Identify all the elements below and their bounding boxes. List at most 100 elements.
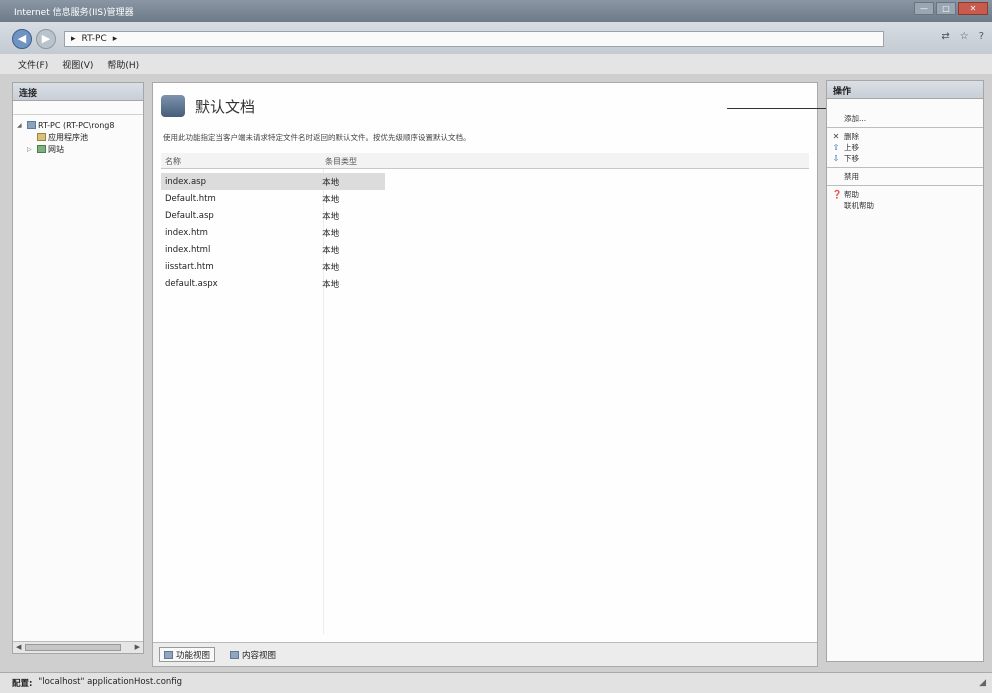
window-controls: — □ ✕	[914, 2, 988, 15]
document-name: index.asp	[165, 176, 206, 187]
tree-node-label: RT-PC (RT-PC\rong8	[38, 120, 115, 130]
column-header-entry-type[interactable]: 条目类型	[325, 156, 405, 166]
status-label: 配置:	[12, 679, 33, 689]
connections-pane: 连接 ◢ RT-PC (RT-PC\rong8 应用程序池 ▷ 网站 ◀ ▶	[12, 82, 144, 654]
menu-bar: 文件(F) 视图(V) 帮助(H)	[0, 54, 992, 74]
action-label: 上移	[844, 143, 859, 152]
action-move-up[interactable]: ⇧ 上移	[827, 142, 983, 153]
document-name: Default.asp	[165, 210, 214, 221]
entry-type: 本地	[322, 177, 340, 188]
forward-button[interactable]: ▶	[36, 29, 56, 49]
sites-icon	[37, 145, 46, 153]
scroll-right-icon[interactable]: ▶	[135, 643, 140, 651]
connections-header: 连接	[13, 83, 143, 101]
action-label: 下移	[844, 154, 859, 163]
list-item[interactable]: iisstart.htm 本地	[161, 258, 385, 275]
entry-type: 本地	[322, 262, 340, 273]
connections-toolbar[interactable]	[13, 101, 143, 115]
scroll-left-icon[interactable]: ◀	[16, 643, 21, 651]
menu-file[interactable]: 文件(F)	[18, 58, 48, 71]
action-delete[interactable]: ✕ 删除	[827, 131, 983, 142]
help-icon: ❓	[832, 190, 842, 199]
scrollbar-thumb[interactable]	[25, 644, 121, 651]
document-name: iisstart.htm	[165, 261, 214, 272]
view-switcher: 功能视图 内容视图	[153, 642, 817, 666]
tab-content-view[interactable]: 内容视图	[225, 647, 281, 662]
breadcrumb-item-rt-pc[interactable]: RT-PC	[82, 34, 107, 44]
document-name: default.aspx	[165, 278, 218, 289]
breadcrumb-separator: ▸	[71, 34, 76, 44]
help-icon[interactable]: ?	[979, 31, 984, 42]
window-title: Internet 信息服务(IIS)管理器	[14, 8, 134, 18]
toolbar-icons: ⇄ ☆ ?	[941, 31, 984, 42]
entry-type: 本地	[322, 245, 340, 256]
actions-header: 操作	[827, 81, 983, 99]
star-icon[interactable]: ☆	[960, 31, 969, 42]
breadcrumb-separator: ▸	[112, 34, 118, 44]
features-view-icon	[164, 650, 173, 659]
separator	[827, 127, 983, 128]
entry-type: 本地	[322, 279, 340, 290]
move-up-icon: ⇧	[832, 143, 840, 152]
collapse-arrow-icon[interactable]: ◢	[17, 122, 25, 129]
tree-node-label: 应用程序池	[48, 132, 88, 142]
entry-type: 本地	[322, 228, 340, 239]
status-value: "localhost" applicationHost.config	[38, 677, 183, 687]
separator	[827, 167, 983, 168]
document-name: index.html	[165, 244, 211, 255]
content-view-icon	[230, 650, 240, 659]
list-item[interactable]: Default.htm 本地	[161, 190, 385, 207]
action-label: 帮助	[844, 190, 859, 199]
size-grip-icon[interactable]: ◢	[979, 678, 986, 688]
menu-view[interactable]: 视图(V)	[62, 58, 93, 71]
move-down-icon: ⇩	[832, 154, 840, 163]
list-item[interactable]: default.aspx 本地	[161, 275, 385, 292]
tree-node-server[interactable]: ◢ RT-PC (RT-PC\rong8	[17, 119, 143, 131]
action-label: 删除	[844, 132, 859, 141]
list-item[interactable]: Default.asp 本地	[161, 207, 385, 224]
list-item[interactable]: index.asp 本地	[161, 173, 385, 190]
delete-icon: ✕	[832, 132, 840, 141]
action-move-down[interactable]: ⇩ 下移	[827, 153, 983, 164]
menu-help[interactable]: 帮助(H)	[107, 58, 139, 71]
window-titlebar: Internet 信息服务(IIS)管理器 — □ ✕	[0, 0, 992, 22]
app-pool-icon	[37, 133, 46, 141]
network-icon[interactable]: ⇄	[941, 31, 949, 42]
tab-label: 内容视图	[242, 650, 277, 661]
action-help[interactable]: ❓ 帮助	[827, 189, 983, 200]
actions-pane: 操作 添加... ✕ 删除 ⇧ 上移 ⇩ 下移 禁用 ❓ 帮助 联机帮助	[826, 80, 984, 662]
tree-node-sites[interactable]: ▷ 网站	[17, 143, 143, 155]
document-name: index.htm	[165, 227, 208, 238]
list-header: 名称 条目类型	[161, 153, 809, 169]
separator	[827, 185, 983, 186]
column-header-name[interactable]: 名称	[165, 156, 325, 166]
minimize-button[interactable]: —	[914, 2, 934, 15]
status-bar: 配置: "localhost" applicationHost.config ◢	[0, 672, 992, 693]
default-document-list: index.asp 本地 Default.htm 本地 Default.asp …	[161, 173, 809, 292]
list-item[interactable]: index.html 本地	[161, 241, 385, 258]
back-button[interactable]: ◀	[12, 29, 32, 49]
breadcrumb[interactable]: ▸ RT-PC ▸	[64, 31, 884, 47]
close-button[interactable]: ✕	[958, 2, 988, 15]
tree-node-label: 网站	[48, 144, 64, 154]
tab-features-view[interactable]: 功能视图	[159, 647, 216, 662]
server-icon	[27, 121, 36, 129]
document-name: Default.htm	[165, 193, 216, 204]
default-document-panel: 默认文档 使用此功能指定当客户端未请求特定文件名时返回的默认文件。按优先级顺序设…	[152, 82, 818, 667]
default-document-icon	[161, 95, 185, 117]
address-bar: ◀ ▶ ▸ RT-PC ▸ ⇄ ☆ ?	[0, 22, 992, 54]
feature-header: 默认文档	[161, 95, 255, 117]
action-disable[interactable]: 禁用	[827, 171, 983, 182]
action-add[interactable]: 添加...	[827, 113, 983, 124]
expand-arrow-icon[interactable]: ▷	[27, 146, 35, 153]
horizontal-scrollbar[interactable]: ◀ ▶	[13, 641, 143, 653]
entry-type: 本地	[322, 211, 340, 222]
action-label: 添加...	[844, 114, 867, 123]
action-online-help[interactable]: 联机帮助	[827, 200, 983, 211]
tab-label: 功能视图	[176, 650, 211, 661]
tree-node-app-pools[interactable]: 应用程序池	[17, 131, 143, 143]
maximize-button[interactable]: □	[936, 2, 956, 15]
action-label: 联机帮助	[844, 201, 874, 210]
feature-description: 使用此功能指定当客户端未请求特定文件名时返回的默认文件。按优先级顺序设置默认文档…	[163, 133, 471, 142]
list-item[interactable]: index.htm 本地	[161, 224, 385, 241]
